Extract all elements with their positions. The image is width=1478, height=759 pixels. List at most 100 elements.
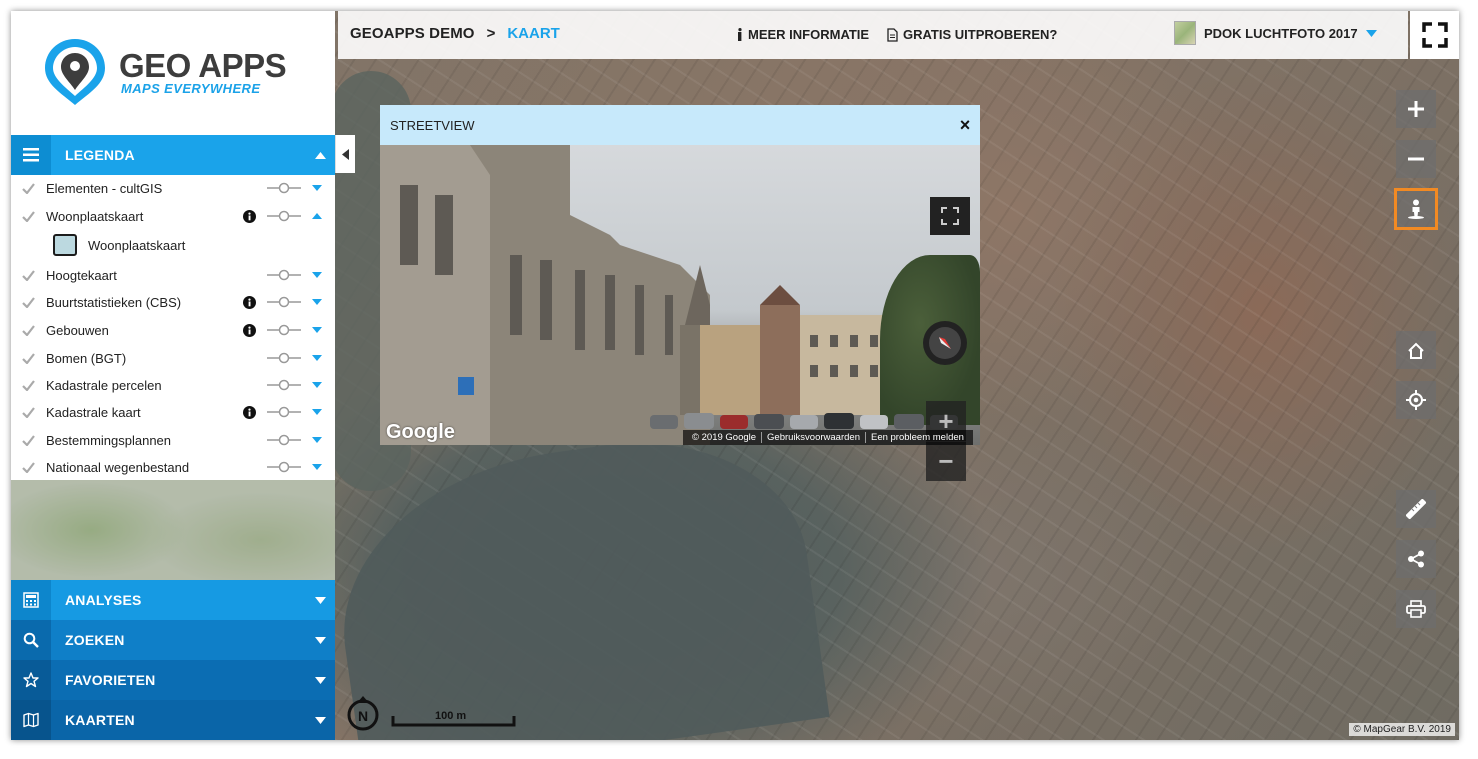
legend-layer-row[interactable]: Woonplaatskaart (11, 203, 335, 229)
legend-layer-row[interactable]: Buurtstatistieken (CBS) (11, 289, 335, 315)
streetview-zoom-out-button[interactable]: − (926, 441, 966, 481)
fullscreen-icon (941, 207, 959, 225)
chevron-down-icon[interactable] (309, 327, 325, 333)
collapse-sidebar-button[interactable] (335, 135, 355, 173)
print-button[interactable] (1396, 590, 1436, 628)
checkmark-icon[interactable] (11, 352, 46, 364)
minus-icon (1408, 157, 1424, 161)
menu-icon (11, 135, 51, 175)
opacity-slider[interactable] (267, 269, 301, 281)
opacity-slider[interactable] (267, 210, 301, 222)
checkmark-icon[interactable] (11, 296, 46, 308)
legend-layer-label: Bestemmingsplannen (46, 432, 172, 448)
legend-layer-row[interactable]: Nationaal wegenbestand (11, 454, 335, 480)
chevron-up-icon[interactable] (309, 213, 325, 219)
chevron-down-icon[interactable] (309, 185, 325, 191)
legend-layer-row[interactable]: Bomen (BGT) (11, 345, 335, 371)
info-icon[interactable] (241, 404, 257, 420)
checkmark-icon[interactable] (11, 182, 46, 194)
locate-me-button[interactable] (1396, 381, 1436, 419)
free-trial-link[interactable]: GRATIS UITPROBEREN? (887, 27, 1057, 42)
legend-layer-row[interactable]: Hoogtekaart (11, 262, 335, 288)
share-button[interactable] (1396, 540, 1436, 578)
legend-layer-label: Kadastrale kaart (46, 404, 141, 420)
checkmark-icon[interactable] (11, 210, 46, 222)
chevron-down-icon[interactable] (309, 299, 325, 305)
chevron-down-icon[interactable] (309, 409, 325, 415)
chevron-down-icon[interactable] (309, 272, 325, 278)
streetview-fullscreen-button[interactable] (930, 197, 970, 235)
info-icon[interactable] (241, 294, 257, 310)
breadcrumb-current[interactable]: KAART (507, 25, 560, 42)
calculator-icon (11, 580, 51, 620)
chevron-down-icon (305, 596, 335, 604)
map-under-sidebar (11, 480, 335, 580)
legend-title: LEGENDA (65, 147, 135, 163)
checkmark-icon[interactable] (11, 269, 46, 281)
legend-layer-label: Nationaal wegenbestand (46, 459, 190, 475)
zoom-out-button[interactable] (1396, 140, 1436, 178)
star-icon (11, 660, 51, 700)
chevron-down-icon (305, 716, 335, 724)
measure-button[interactable] (1396, 490, 1436, 528)
favorites-panel-header[interactable]: FAVORIETEN (11, 660, 335, 700)
checkmark-icon[interactable] (11, 461, 46, 473)
terms-link[interactable]: Gebruiksvoorwaarden (761, 432, 865, 443)
basemap-thumbnail (1174, 21, 1196, 45)
streetview-image[interactable] (380, 145, 980, 445)
chevron-down-icon[interactable] (309, 355, 325, 361)
checkmark-icon[interactable] (11, 379, 46, 391)
legend-layer-row[interactable]: Kadastrale percelen (11, 372, 335, 398)
legend-swatch (53, 234, 77, 256)
legend-layer-row[interactable]: Kadastrale kaart (11, 399, 335, 425)
basemap-selector[interactable]: PDOK LUCHTFOTO 2017 (1174, 21, 1377, 45)
opacity-slider[interactable] (267, 296, 301, 308)
legend-layer-label: Gebouwen (46, 322, 109, 338)
opacity-slider[interactable] (267, 434, 301, 446)
legend-layer-row[interactable]: Gebouwen (11, 317, 335, 343)
legend-panel-header[interactable]: LEGENDA (11, 135, 335, 175)
fullscreen-button[interactable] (1410, 11, 1459, 59)
opacity-slider[interactable] (267, 406, 301, 418)
logo-title: GEO APPS (119, 47, 287, 84)
app-window: GEO APPS MAPS EVERYWHERE LEGENDA Element… (11, 11, 1459, 740)
google-logo: Google (386, 421, 455, 443)
maps-panel-header[interactable]: KAARTEN (11, 700, 335, 740)
chevron-down-icon (305, 676, 335, 684)
close-icon[interactable]: × (950, 115, 980, 136)
analyses-panel-header[interactable]: ANALYSES (11, 580, 335, 620)
crosshair-icon (1406, 390, 1426, 410)
more-info-link[interactable]: MEER INFORMATIE (737, 27, 869, 42)
map-attribution: © MapGear B.V. 2019 (1349, 723, 1455, 736)
opacity-slider[interactable] (267, 352, 301, 364)
zoom-in-button[interactable] (1396, 90, 1436, 128)
legend-layer-row[interactable]: Bestemmingsplannen (11, 427, 335, 453)
streetview-tool-button[interactable] (1394, 188, 1438, 230)
report-problem-link[interactable]: Een probleem melden (864, 432, 969, 443)
legend-list: Elementen - cultGIS Woonplaatskaart Hoogte… (11, 175, 335, 480)
location-pin-icon (45, 39, 105, 105)
search-panel-header[interactable]: ZOEKEN (11, 620, 335, 660)
analyses-title: ANALYSES (65, 592, 142, 608)
info-icon[interactable] (241, 208, 257, 224)
share-icon (1408, 550, 1424, 568)
opacity-slider[interactable] (267, 182, 301, 194)
opacity-slider[interactable] (267, 461, 301, 473)
checkmark-icon[interactable] (11, 434, 46, 446)
compass-icon[interactable] (921, 319, 969, 367)
chevron-down-icon[interactable] (309, 437, 325, 443)
legend-layer-label: Woonplaatskaart (46, 208, 144, 224)
chevron-down-icon[interactable] (309, 382, 325, 388)
legend-layer-row[interactable]: Elementen - cultGIS (11, 175, 335, 201)
checkmark-icon[interactable] (11, 406, 46, 418)
home-button[interactable] (1396, 331, 1436, 369)
chevron-down-icon[interactable] (309, 464, 325, 470)
breadcrumb-root[interactable]: GEOAPPS DEMO (350, 25, 475, 42)
checkmark-icon[interactable] (11, 324, 46, 336)
fullscreen-icon (1421, 22, 1448, 48)
maps-title: KAARTEN (65, 712, 135, 728)
opacity-slider[interactable] (267, 379, 301, 391)
info-icon[interactable] (241, 322, 257, 338)
opacity-slider[interactable] (267, 324, 301, 336)
streetview-footer: © 2019 Google Gebruiksvoorwaarden Een pr… (683, 430, 973, 445)
